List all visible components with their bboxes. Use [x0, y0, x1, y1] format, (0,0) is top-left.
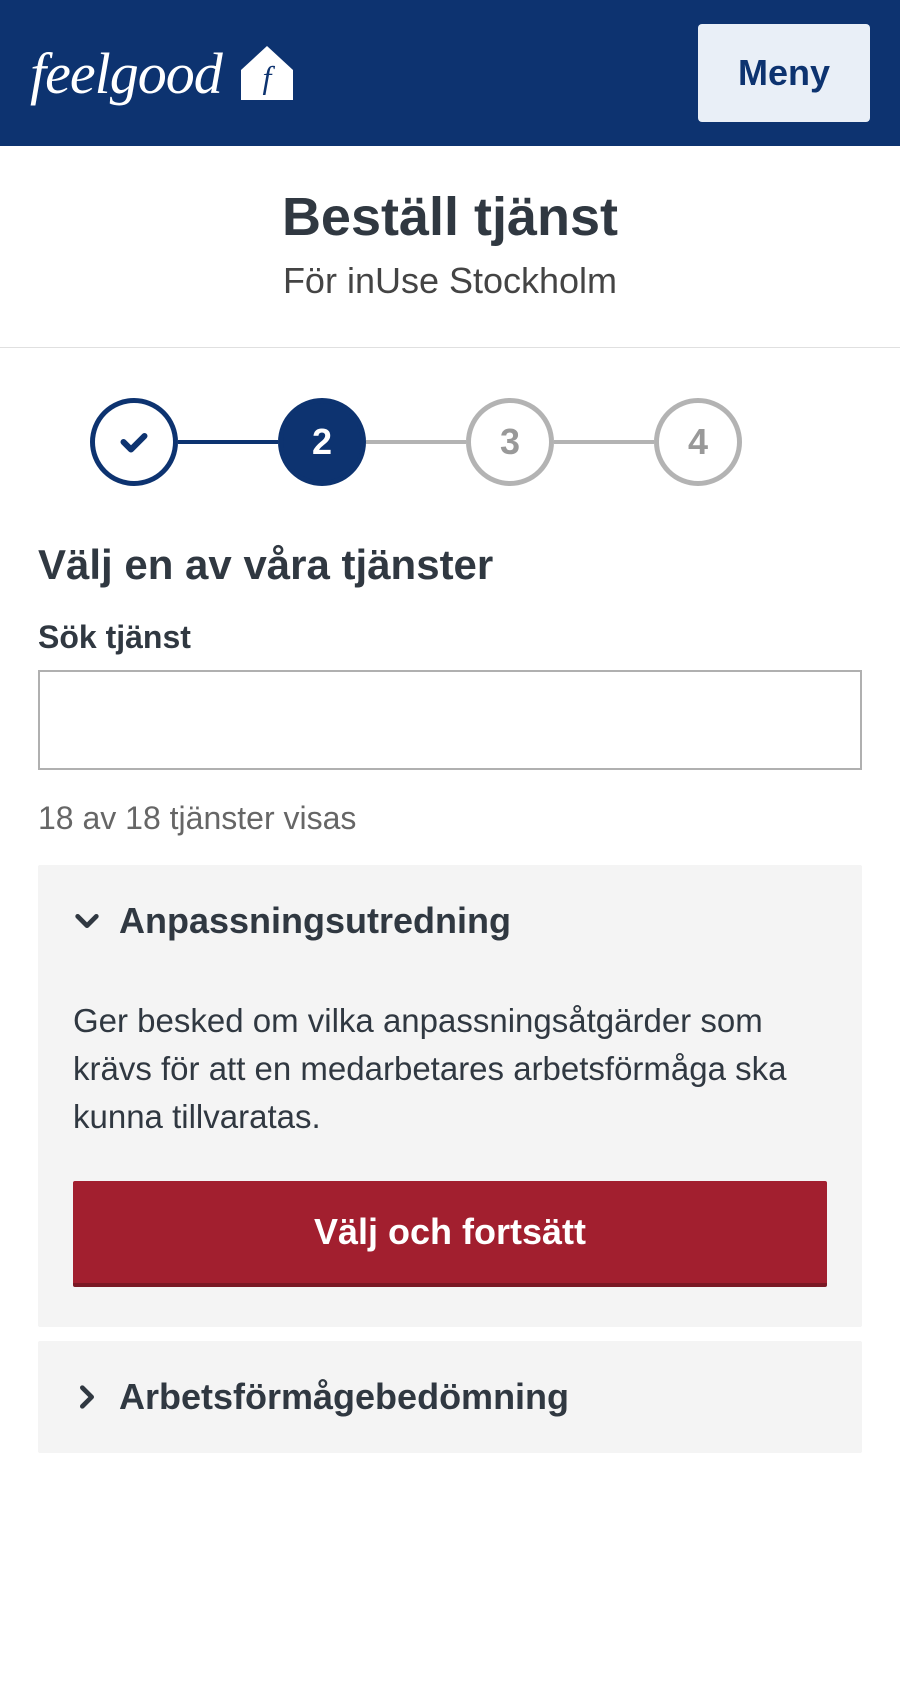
page-subtitle: För inUse Stockholm [20, 260, 880, 302]
search-input[interactable] [38, 670, 862, 770]
results-count: 18 av 18 tjänster visas [0, 770, 900, 865]
service-header[interactable]: Arbetsförmågebedömning [38, 1341, 862, 1453]
service-header[interactable]: Anpassningsutredning [38, 865, 862, 977]
title-section: Beställ tjänst För inUse Stockholm [0, 146, 900, 348]
service-body: Ger besked om vilka anpassningsåtgärder … [38, 977, 862, 1327]
service-description: Ger besked om vilka anpassningsåtgärder … [73, 997, 827, 1141]
step-connector [554, 440, 654, 444]
select-continue-button[interactable]: Välj och fortsätt [73, 1181, 827, 1287]
check-icon [116, 424, 152, 460]
logo-text: feelgood [30, 40, 222, 107]
step-2-current[interactable]: 2 [278, 398, 366, 486]
page-title: Beställ tjänst [20, 186, 880, 248]
step-1-complete[interactable] [90, 398, 178, 486]
service-item-expanded: Anpassningsutredning Ger besked om vilka… [38, 865, 862, 1327]
step-connector [366, 440, 466, 444]
stepper: 2 3 4 [0, 348, 900, 531]
step-4-future[interactable]: 4 [654, 398, 742, 486]
search-label: Sök tjänst [38, 619, 862, 656]
service-title: Arbetsförmågebedömning [119, 1376, 569, 1418]
chevron-down-icon [73, 907, 101, 935]
main-content: Beställ tjänst För inUse Stockholm 2 3 4… [0, 146, 900, 1453]
house-icon: f [237, 44, 297, 102]
step-connector [178, 440, 278, 444]
search-section: Sök tjänst [0, 619, 900, 770]
services-list: Anpassningsutredning Ger besked om vilka… [0, 865, 900, 1453]
menu-button[interactable]: Meny [698, 24, 870, 122]
section-heading: Välj en av våra tjänster [0, 531, 900, 619]
logo[interactable]: feelgood f [30, 40, 297, 107]
service-item-collapsed: Arbetsförmågebedömning [38, 1341, 862, 1453]
service-title: Anpassningsutredning [119, 900, 511, 942]
step-3-future[interactable]: 3 [466, 398, 554, 486]
app-header: feelgood f Meny [0, 0, 900, 146]
chevron-right-icon [73, 1383, 101, 1411]
